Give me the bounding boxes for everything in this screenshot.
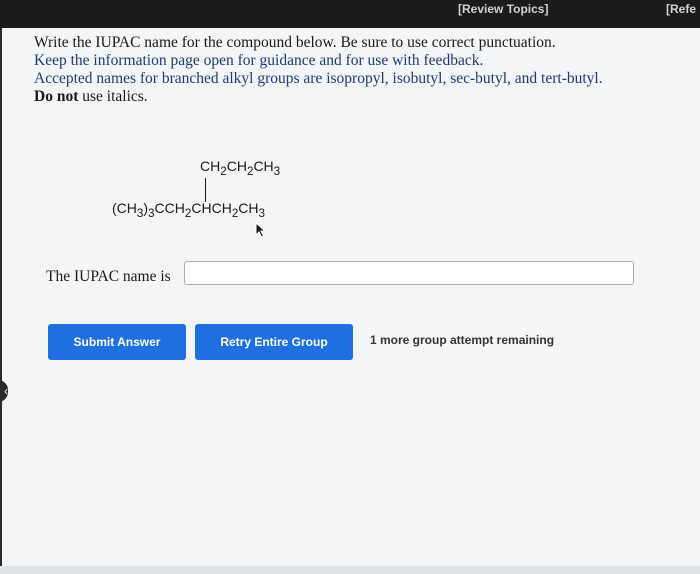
instruction-line-1: Write the IUPAC name for the compound be… xyxy=(34,34,556,51)
submit-answer-button[interactable]: Submit Answer xyxy=(48,324,186,360)
formula-subscript: 3 xyxy=(258,206,266,220)
formula-part: CHCH xyxy=(191,200,232,216)
bottom-window-edge xyxy=(0,566,700,574)
formula-part: CH xyxy=(200,158,221,174)
condensed-structural-formula: CH2CH2CH3 (CH3)3CCH2CHCH2CH3 xyxy=(112,156,332,246)
left-window-edge xyxy=(0,28,2,574)
formula-part: (CH xyxy=(112,200,137,216)
iupac-name-input[interactable] xyxy=(184,261,634,285)
branch-formula: CH2CH2CH3 xyxy=(200,158,280,178)
review-topics-link[interactable]: [Review Topics] xyxy=(458,2,548,16)
instruction-line-3: Accepted names for branched alkyl groups… xyxy=(34,70,603,87)
instruction-line-2: Keep the information page open for guida… xyxy=(34,52,484,69)
formula-part: CCH xyxy=(154,200,185,216)
instruction-line-4: Do not use italics. xyxy=(34,88,674,106)
chevron-left-icon[interactable]: ‹ xyxy=(0,380,8,402)
references-link[interactable]: [Refe xyxy=(666,2,696,16)
question-instructions: Write the IUPAC name for the compound be… xyxy=(34,34,674,106)
top-nav-bar: [Review Topics] [Refe xyxy=(0,0,700,28)
formula-part: CH xyxy=(253,158,274,174)
branch-bond xyxy=(205,178,206,202)
main-chain-formula: (CH3)3CCH2CHCH2CH3 xyxy=(112,200,265,220)
instruction-line-4-rest: use italics. xyxy=(78,88,148,105)
arrow-cursor-icon xyxy=(255,222,267,238)
do-not-emphasis: Do not xyxy=(34,88,79,105)
formula-part: CH xyxy=(238,200,259,216)
iupac-answer-label: The IUPAC name is xyxy=(46,268,171,285)
formula-part: CH xyxy=(226,158,247,174)
attempts-remaining-text: 1 more group attempt remaining xyxy=(370,333,555,347)
retry-entire-group-button[interactable]: Retry Entire Group xyxy=(195,324,353,360)
formula-subscript: 3 xyxy=(273,164,281,178)
